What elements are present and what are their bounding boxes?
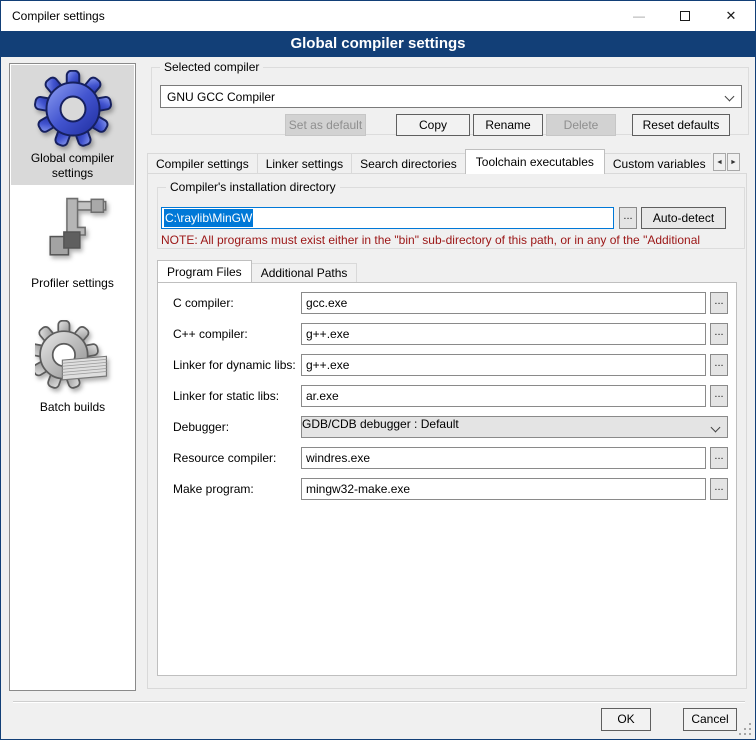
cancel-button[interactable]: Cancel bbox=[683, 708, 737, 731]
tab-search-directories[interactable]: Search directories bbox=[351, 153, 466, 174]
linker-dynamic-browse-button[interactable]: ... bbox=[710, 354, 728, 376]
window-title: Compiler settings bbox=[12, 9, 105, 23]
compiler-settings-window: Compiler settings — ✕ Global compiler se… bbox=[0, 0, 756, 740]
minimize-button[interactable]: — bbox=[616, 1, 662, 30]
toolchain-executables-page: Compiler's installation directory C:\ray… bbox=[147, 173, 747, 689]
installation-directory-value: C:\raylib\MinGW bbox=[164, 209, 253, 227]
group-label: Selected compiler bbox=[160, 60, 263, 74]
main-tabs: Compiler settings Linker settings Search… bbox=[147, 149, 711, 174]
rename-button[interactable]: Rename bbox=[473, 114, 543, 136]
cpp-compiler-input[interactable] bbox=[301, 323, 706, 345]
sidebar-item-global-compiler-settings[interactable]: Global compiler settings bbox=[11, 65, 134, 185]
note-text: NOTE: All programs must exist either in … bbox=[161, 233, 741, 247]
tab-scroll-right-button[interactable]: ► bbox=[727, 153, 740, 171]
tab-scroll-left-button[interactable]: ◄ bbox=[713, 153, 726, 171]
auto-detect-button[interactable]: Auto-detect bbox=[641, 207, 726, 229]
cpp-compiler-browse-button[interactable]: ... bbox=[710, 323, 728, 345]
chevron-down-icon bbox=[711, 423, 721, 433]
debugger-select[interactable]: GDB/CDB debugger : Default bbox=[301, 416, 728, 438]
close-icon: ✕ bbox=[726, 8, 737, 24]
resource-compiler-browse-button[interactable]: ... bbox=[710, 447, 728, 469]
resource-compiler-input[interactable] bbox=[301, 447, 706, 469]
footer-divider bbox=[13, 701, 745, 703]
close-button[interactable]: ✕ bbox=[708, 1, 754, 30]
linker-static-browse-button[interactable]: ... bbox=[710, 385, 728, 407]
compiler-select[interactable]: GNU GCC Compiler bbox=[160, 85, 742, 108]
set-as-default-button[interactable]: Set as default bbox=[285, 114, 366, 136]
inner-tabstrip: Program Files Additional Paths bbox=[157, 260, 356, 282]
maximize-icon bbox=[680, 11, 690, 21]
resize-grip-icon[interactable] bbox=[739, 723, 752, 736]
debugger-select-value: GDB/CDB debugger : Default bbox=[302, 417, 459, 431]
sidebar-item-label: Profiler settings bbox=[11, 276, 134, 291]
make-program-label: Make program: bbox=[173, 482, 254, 496]
linker-static-input[interactable] bbox=[301, 385, 706, 407]
ok-button[interactable]: OK bbox=[601, 708, 651, 731]
sidebar-item-profiler-settings[interactable]: Profiler settings bbox=[11, 190, 134, 312]
resource-compiler-label: Resource compiler: bbox=[173, 451, 276, 465]
reset-defaults-button[interactable]: Reset defaults bbox=[632, 114, 730, 136]
titlebar: Compiler settings — ✕ bbox=[1, 1, 755, 31]
blue-gear-icon bbox=[34, 70, 112, 148]
caliper-icon bbox=[35, 194, 111, 270]
debugger-label: Debugger: bbox=[173, 420, 229, 434]
tab-scroll-right-icon: ► bbox=[730, 159, 737, 166]
group-label: Compiler's installation directory bbox=[166, 180, 340, 194]
tab-custom-variables[interactable]: Custom variables bbox=[604, 153, 711, 174]
c-compiler-label: C compiler: bbox=[173, 296, 234, 310]
tab-toolchain-executables[interactable]: Toolchain executables bbox=[465, 149, 605, 174]
tab-linker-settings[interactable]: Linker settings bbox=[257, 153, 352, 174]
selected-compiler-group: Selected compiler GNU GCC Compiler Set a… bbox=[151, 67, 749, 135]
tab-program-files[interactable]: Program Files bbox=[157, 260, 252, 282]
linker-static-label: Linker for static libs: bbox=[173, 389, 279, 403]
program-files-page: C compiler: ... C++ compiler: ... Linker… bbox=[157, 282, 737, 676]
main-tabstrip: Compiler settings Linker settings Search… bbox=[147, 149, 747, 174]
sidebar-item-label: Global compiler settings bbox=[11, 151, 134, 181]
maximize-button[interactable] bbox=[662, 1, 708, 30]
tab-additional-paths[interactable]: Additional Paths bbox=[251, 263, 358, 282]
linker-dynamic-label: Linker for dynamic libs: bbox=[173, 358, 296, 372]
browse-directory-button[interactable]: ... bbox=[619, 207, 637, 229]
chevron-down-icon bbox=[725, 92, 735, 102]
c-compiler-input[interactable] bbox=[301, 292, 706, 314]
cpp-compiler-label: C++ compiler: bbox=[173, 327, 248, 341]
delete-button[interactable]: Delete bbox=[546, 114, 616, 136]
make-program-browse-button[interactable]: ... bbox=[710, 478, 728, 500]
compiler-select-value: GNU GCC Compiler bbox=[167, 90, 275, 104]
linker-dynamic-input[interactable] bbox=[301, 354, 706, 376]
minimize-icon: — bbox=[633, 9, 645, 23]
tab-scroll-left-icon: ◄ bbox=[716, 159, 723, 166]
c-compiler-browse-button[interactable]: ... bbox=[710, 292, 728, 314]
copy-button[interactable]: Copy bbox=[396, 114, 470, 136]
installation-directory-input[interactable]: C:\raylib\MinGW bbox=[161, 207, 614, 229]
make-program-input[interactable] bbox=[301, 478, 706, 500]
gear-stack-icon bbox=[35, 320, 111, 396]
page-title: Global compiler settings bbox=[1, 31, 755, 57]
tab-compiler-settings[interactable]: Compiler settings bbox=[147, 153, 258, 174]
settings-category-list: Global compiler settings Profiler settin… bbox=[9, 63, 136, 691]
installation-directory-group: Compiler's installation directory C:\ray… bbox=[157, 187, 745, 249]
sidebar-item-batch-builds[interactable]: Batch builds bbox=[11, 316, 134, 476]
sidebar-item-label: Batch builds bbox=[11, 400, 134, 415]
